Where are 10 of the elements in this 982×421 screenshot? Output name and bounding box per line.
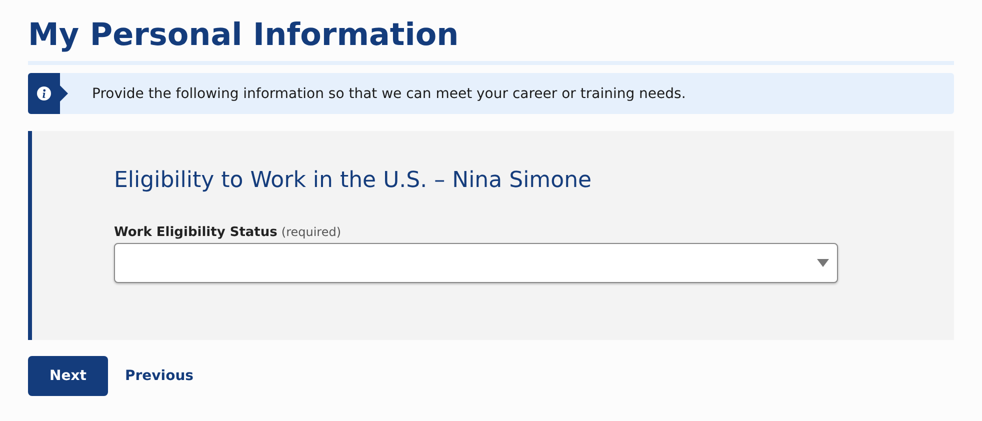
- previous-button[interactable]: Previous: [125, 368, 194, 384]
- info-message: Provide the following information so that we can meet your career or training needs.: [92, 86, 686, 102]
- status-dropdown[interactable]: [114, 243, 838, 283]
- required-hint: (required): [281, 225, 342, 239]
- page-title: My Personal Information: [28, 16, 460, 55]
- next-button[interactable]: Next: [28, 356, 108, 396]
- info-icon: [28, 73, 68, 114]
- caret-icon: [817, 259, 829, 267]
- section-heading: Eligibility to Work in the U.S. – Nina Simone: [114, 167, 593, 195]
- field-label: Work Eligibility Status: [114, 225, 278, 240]
